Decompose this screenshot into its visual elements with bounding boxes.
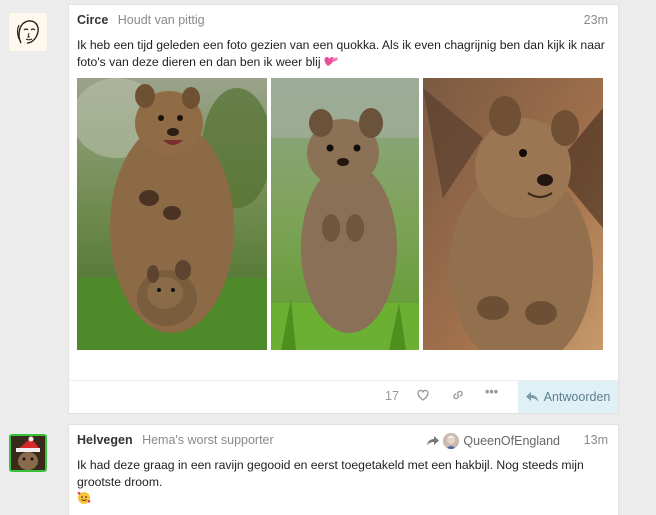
user-title: Hema's worst supporter <box>142 433 274 447</box>
post-helvegen: Helvegen Hema's worst supporter QueenOfE… <box>69 425 618 515</box>
more-options-icon[interactable]: ••• <box>485 385 498 399</box>
quokka-photo-standing-grass[interactable] <box>271 78 419 350</box>
quokka-photo-closeup[interactable] <box>423 78 603 350</box>
post-time[interactable]: 23m <box>584 13 608 27</box>
queen-portrait-icon <box>443 433 460 449</box>
user-title: Houdt van pittig <box>117 13 205 27</box>
post-time[interactable]: 13m <box>584 433 608 447</box>
post-body: Ik heb een tijd geleden een foto gezien … <box>77 37 606 71</box>
animal-santa-hat-icon <box>11 436 45 470</box>
like-count: 17 <box>385 389 399 403</box>
username[interactable]: Circe <box>77 13 108 27</box>
smiling-face-hearts-emoji-icon <box>77 492 91 504</box>
post-header: Helvegen Hema's worst supporter QueenOfE… <box>77 433 608 449</box>
share-link-button[interactable] <box>451 388 465 405</box>
reply-to-username: QueenOfEngland <box>463 434 560 448</box>
reply-button[interactable]: Antwoorden <box>518 381 618 413</box>
quokka-photo-mother-joey[interactable] <box>77 78 267 350</box>
post-header: Circe Houdt van pittig 23m <box>77 13 608 29</box>
post-text: Ik had deze graag in een ravijn gegooid … <box>77 458 584 489</box>
reply-to-arrow-icon <box>427 436 440 446</box>
post-text: Ik heb een tijd geleden een foto gezien … <box>77 38 605 69</box>
line-art-face-icon <box>9 13 47 51</box>
heart-icon <box>417 389 429 401</box>
link-icon <box>453 390 463 400</box>
reply-to-avatar <box>443 433 460 449</box>
reply-arrow-icon <box>525 391 539 402</box>
two-hearts-emoji-icon <box>324 57 338 66</box>
reply-to-indicator[interactable]: QueenOfEngland <box>427 433 560 449</box>
like-button[interactable] <box>416 388 430 405</box>
post-circe: Circe Houdt van pittig 23m Ik heb een ti… <box>69 5 618 413</box>
avatar-circe[interactable] <box>9 13 47 51</box>
post-body: Ik had deze graag in een ravijn gegooid … <box>77 457 606 508</box>
username[interactable]: Helvegen <box>77 433 133 447</box>
avatar-helvegen[interactable] <box>9 434 47 472</box>
post-actions: 17 ••• Antwoorden <box>69 380 618 413</box>
reply-label: Antwoorden <box>543 390 611 404</box>
